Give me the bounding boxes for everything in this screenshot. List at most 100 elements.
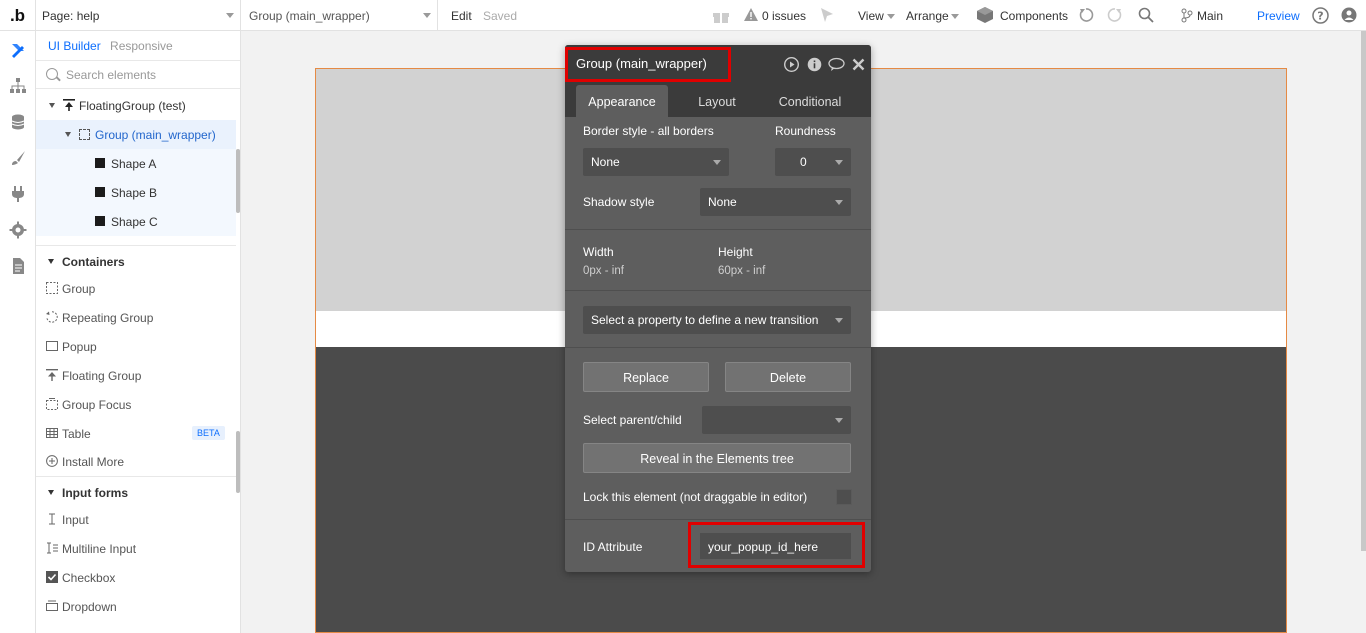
warning-icon — [744, 8, 758, 21]
panel-scrollbar[interactable] — [236, 431, 240, 493]
components-button[interactable]: Components — [1000, 9, 1068, 23]
styles-icon[interactable] — [9, 149, 27, 167]
collapse-icon[interactable] — [65, 132, 71, 137]
chevron-down-icon — [835, 418, 843, 423]
plugins-icon[interactable] — [9, 185, 27, 203]
search-placeholder: Search elements — [66, 68, 157, 82]
tab-conditional[interactable]: Conditional — [765, 85, 855, 117]
element-checkbox[interactable]: Checkbox — [36, 563, 236, 592]
arrange-menu[interactable]: Arrange — [906, 9, 949, 23]
page-selector-label: Page: help — [42, 9, 100, 23]
collapse-icon[interactable] — [49, 103, 55, 108]
database-icon[interactable] — [9, 113, 27, 131]
reveal-in-tree-button[interactable]: Reveal in the Elements tree — [583, 443, 851, 473]
shadow-style-label: Shadow style — [583, 195, 655, 209]
section-title: Input forms — [62, 486, 128, 500]
edit-menu[interactable]: Edit — [451, 9, 472, 23]
element-selector[interactable]: Group (main_wrapper) — [241, 0, 438, 31]
collapse-icon[interactable] — [48, 490, 54, 495]
info-icon[interactable] — [807, 57, 822, 72]
view-menu[interactable]: View — [858, 9, 884, 23]
cursor-icon[interactable] — [819, 7, 835, 23]
property-editor-tabs: Appearance Layout Conditional — [565, 85, 871, 117]
delete-button[interactable]: Delete — [725, 362, 851, 392]
element-input[interactable]: Input — [36, 505, 236, 534]
tree-scrollbar[interactable] — [236, 149, 240, 213]
settings-icon[interactable] — [9, 221, 27, 239]
canvas-scrollbar[interactable] — [1361, 31, 1366, 551]
tab-ui-builder[interactable]: UI Builder — [48, 39, 101, 53]
tab-layout[interactable]: Layout — [677, 85, 757, 117]
property-editor-header[interactable]: Group (main_wrapper) — [565, 45, 871, 85]
parent-child-label: Select parent/child — [583, 413, 682, 427]
element-floating-group[interactable]: Floating Group — [36, 361, 236, 390]
preview-button[interactable]: Preview — [1257, 9, 1300, 23]
width-value[interactable]: 0px - inf — [583, 265, 624, 277]
border-style-dropdown[interactable]: None — [583, 148, 729, 176]
comment-icon[interactable] — [828, 57, 845, 72]
roundness-input[interactable]: 0 — [775, 148, 851, 176]
element-repeating-group[interactable]: Repeating Group — [36, 303, 236, 332]
branch-selector[interactable]: Main — [1197, 9, 1223, 23]
help-icon[interactable]: ? — [1312, 7, 1329, 24]
chevron-down-icon — [835, 160, 843, 165]
design-icon[interactable] — [9, 41, 27, 59]
plus-circle-icon — [46, 455, 58, 467]
chevron-down-icon — [887, 14, 895, 19]
top-bar: .b Page: help Group (main_wrapper) Edit … — [0, 0, 1366, 31]
collapse-icon[interactable] — [48, 259, 54, 264]
sitemap-icon[interactable] — [9, 77, 27, 95]
width-label: Width — [583, 245, 614, 259]
group-icon — [46, 282, 58, 294]
transition-dropdown[interactable]: Select a property to define a new transi… — [583, 306, 851, 334]
tab-appearance[interactable]: Appearance — [576, 85, 668, 117]
divider — [565, 290, 871, 291]
shadow-style-dropdown[interactable]: None — [700, 188, 851, 216]
logs-icon[interactable] — [9, 257, 27, 275]
redo-icon[interactable] — [1107, 7, 1123, 23]
account-icon[interactable] — [1341, 7, 1357, 23]
parent-child-dropdown[interactable] — [702, 406, 851, 434]
border-style-label: Border style - all borders — [583, 124, 714, 138]
svg-text:?: ? — [1317, 10, 1323, 23]
search-elements-input[interactable]: Search elements — [36, 61, 240, 89]
page-selector[interactable]: Page: help — [36, 0, 241, 31]
roundness-label: Roundness — [775, 124, 836, 138]
floating-group-icon — [63, 99, 75, 111]
element-install-more[interactable]: Install More — [36, 447, 236, 476]
element-multiline-input[interactable]: Multiline Input — [36, 534, 236, 563]
lock-element-checkbox[interactable] — [836, 489, 852, 505]
repeating-group-icon — [46, 311, 58, 323]
tree-item-shape-c[interactable]: Shape C — [36, 207, 236, 236]
element-popup[interactable]: Popup — [36, 332, 236, 361]
bubble-logo[interactable]: .b — [0, 0, 36, 31]
section-input-forms[interactable]: Input forms — [36, 476, 236, 506]
element-group[interactable]: Group — [36, 274, 236, 303]
tree-item-label: Shape C — [111, 215, 158, 229]
section-title: Containers — [62, 255, 125, 269]
play-icon[interactable] — [784, 57, 799, 72]
tree-item-shape-b[interactable]: Shape B — [36, 178, 236, 207]
tree-item-floating-group[interactable]: FloatingGroup (test) — [36, 91, 236, 120]
height-value[interactable]: 60px - inf — [718, 265, 765, 277]
text-cursor-icon — [49, 513, 55, 525]
issues-count[interactable]: 0 issues — [762, 9, 806, 23]
element-dropdown[interactable]: Dropdown — [36, 592, 236, 621]
close-icon[interactable] — [852, 57, 865, 72]
search-icon — [46, 68, 58, 80]
chevron-down-icon — [713, 160, 721, 165]
tab-responsive[interactable]: Responsive — [110, 39, 173, 53]
group-icon — [79, 129, 90, 140]
search-icon[interactable] — [1138, 7, 1154, 23]
multiline-icon — [47, 542, 58, 554]
element-group-focus[interactable]: Group Focus — [36, 390, 236, 419]
tree-item-shape-a[interactable]: Shape A — [36, 149, 236, 178]
tree-item-main-wrapper[interactable]: Group (main_wrapper) — [36, 120, 236, 149]
tree-item-label: FloatingGroup (test) — [79, 99, 186, 113]
element-table[interactable]: Table BETA — [36, 419, 236, 448]
undo-icon[interactable] — [1078, 7, 1094, 23]
gift-icon[interactable] — [712, 7, 730, 24]
components-icon — [977, 7, 993, 23]
replace-button[interactable]: Replace — [583, 362, 709, 392]
section-containers[interactable]: Containers — [36, 245, 236, 275]
